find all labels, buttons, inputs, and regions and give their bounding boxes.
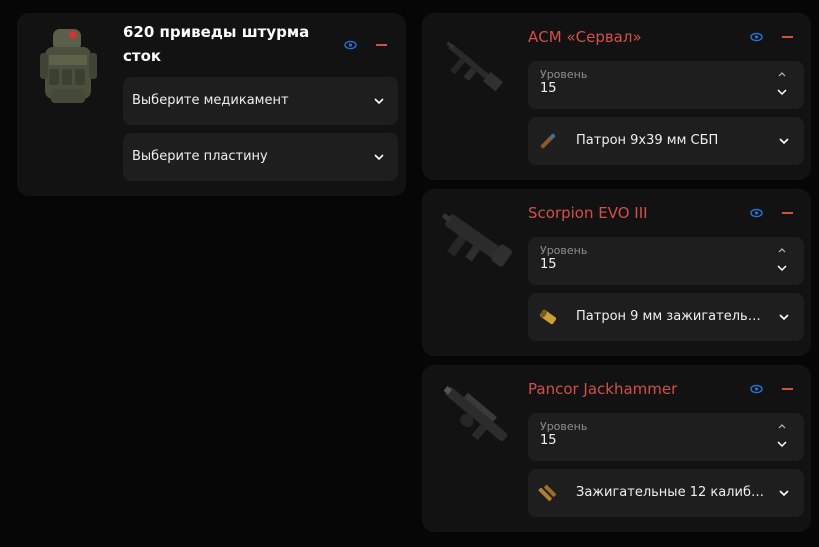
ammo-label: Патрон 9 мм зажигательный <box>576 309 764 324</box>
level-stepper[interactable]: Уровень 15 <box>528 413 804 461</box>
remove-icon[interactable] <box>374 37 390 53</box>
level-stepper[interactable]: Уровень 15 <box>528 237 804 285</box>
weapon-name: Scorpion EVO III <box>528 204 648 222</box>
level-label: Уровень <box>540 68 588 81</box>
eye-icon[interactable] <box>748 381 764 397</box>
ammo-select[interactable]: Патрон 9х39 мм СБП <box>528 117 804 165</box>
level-value: 15 <box>540 257 557 272</box>
cartridge-icon <box>539 309 557 325</box>
weapon-name: Pancor Jackhammer <box>528 380 678 398</box>
chevron-down-icon <box>374 98 384 105</box>
weapon-card: Pancor Jackhammer Уровень 15 Зажигательн… <box>422 365 811 532</box>
medicine-select-label: Выберите медикамент <box>132 93 289 108</box>
character-card: 620 приведы штурма сток Выберите медикам… <box>17 13 406 196</box>
character-title: 620 приведы штурма сток <box>123 23 310 65</box>
remove-icon[interactable] <box>780 381 796 397</box>
level-stepper[interactable]: Уровень 15 <box>528 61 804 109</box>
level-value: 15 <box>540 433 557 448</box>
level-label: Уровень <box>540 244 588 257</box>
chevron-down-icon <box>374 154 384 161</box>
level-label: Уровень <box>540 420 588 433</box>
weapon-card: Scorpion EVO III Уровень 15 Патрон 9 мм … <box>422 189 811 356</box>
chevron-down-icon <box>779 138 789 145</box>
eye-icon[interactable] <box>748 29 764 45</box>
weapon-card: АСМ «Сервал» Уровень 15 Патрон 9х39 мм С… <box>422 13 811 180</box>
chevron-up-icon[interactable] <box>778 71 786 77</box>
chevron-down-icon <box>779 314 789 321</box>
plate-select[interactable]: Выберите пластину <box>123 133 398 181</box>
chevron-up-icon[interactable] <box>778 247 786 253</box>
remove-icon[interactable] <box>780 205 796 221</box>
assault-rifle-icon <box>438 27 510 107</box>
medicine-select[interactable]: Выберите медикамент <box>123 77 398 125</box>
tactical-armor-vest-icon <box>37 25 101 107</box>
plate-select-label: Выберите пластину <box>132 149 268 164</box>
remove-icon[interactable] <box>780 29 796 45</box>
chevron-down-icon[interactable] <box>777 441 787 448</box>
ammo-label: Патрон 9х39 мм СБП <box>576 133 719 148</box>
chevron-up-icon[interactable] <box>778 423 786 429</box>
cartridge-icon <box>540 133 556 149</box>
submachine-gun-icon <box>434 201 514 283</box>
eye-icon[interactable] <box>748 205 764 221</box>
level-value: 15 <box>540 81 557 96</box>
ammo-label: Зажигательные 12 калибра <box>576 485 764 500</box>
ammo-select[interactable]: Зажигательные 12 калибра <box>528 469 804 517</box>
ammo-select[interactable]: Патрон 9 мм зажигательный <box>528 293 804 341</box>
chevron-down-icon[interactable] <box>777 89 787 96</box>
shell-icon <box>538 484 557 502</box>
weapon-name: АСМ «Сервал» <box>528 28 642 46</box>
eye-icon[interactable] <box>342 37 358 53</box>
chevron-down-icon[interactable] <box>777 265 787 272</box>
shotgun-icon <box>434 375 516 459</box>
chevron-down-icon <box>779 490 789 497</box>
